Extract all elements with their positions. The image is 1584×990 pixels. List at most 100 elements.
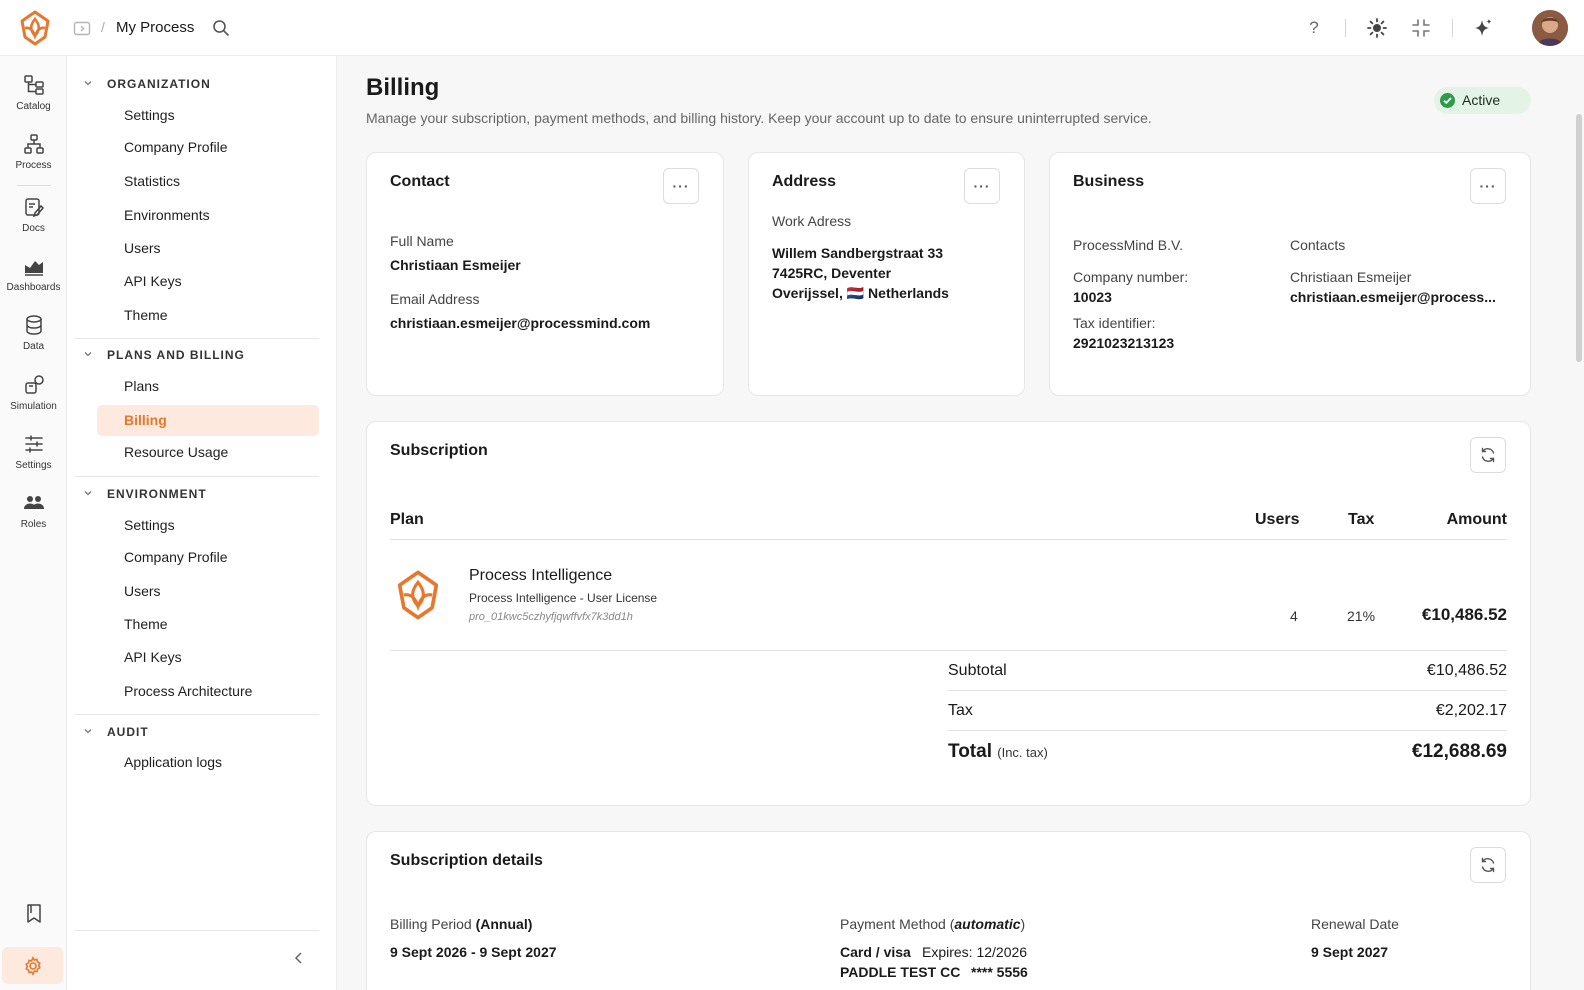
nav-section-title: PLANS AND BILLING <box>107 348 245 362</box>
gear-icon <box>24 955 41 976</box>
rail-item-settings[interactable]: Settings <box>0 433 67 487</box>
nav-divider <box>75 476 319 477</box>
rail-item-data[interactable]: Data <box>0 314 67 368</box>
sun-icon[interactable] <box>1366 17 1388 39</box>
rail-item-docs[interactable]: Docs <box>0 196 67 250</box>
subscription-refresh-button[interactable] <box>1470 437 1506 473</box>
nav-item-org-environments[interactable]: Environments <box>97 200 319 231</box>
subtotal-value: €10,486.52 <box>1426 662 1507 679</box>
full-name-value: Christiaan Esmeijer <box>390 257 521 273</box>
dashboards-icon <box>24 261 43 276</box>
company-number-value: 10023 <box>1073 289 1112 305</box>
bookmark-icon[interactable] <box>23 902 45 924</box>
nav-item-org-settings[interactable]: Settings <box>97 100 319 131</box>
column-header-amount: Amount <box>1446 511 1507 528</box>
totals-divider <box>948 730 1507 731</box>
sparkle-icon[interactable] <box>1472 17 1494 39</box>
netherlands-flag-icon: 🇳🇱 <box>846 285 865 301</box>
process-icon <box>23 134 44 154</box>
nav-item-org-theme[interactable]: Theme <box>97 300 319 331</box>
total-label: Total (Inc. tax) <box>948 741 1048 763</box>
business-card: Business ··· ProcessMind B.V. Company nu… <box>1049 152 1531 396</box>
nav-item-plans[interactable]: Plans <box>97 371 319 402</box>
card-expiry: Expires: 12/2026 <box>922 944 1028 960</box>
process-intelligence-logo <box>397 570 439 620</box>
nav-divider <box>75 338 319 339</box>
nav-item-org-company-profile[interactable]: Company Profile <box>97 132 319 163</box>
avatar[interactable] <box>1532 10 1568 46</box>
rail-item-dashboards[interactable]: Dashboards <box>0 255 67 309</box>
nav-item-billing[interactable]: Billing <box>97 405 319 436</box>
total-label-text: Total <box>948 741 992 762</box>
contacts-label: Contacts <box>1290 237 1346 253</box>
search-icon[interactable] <box>211 18 231 38</box>
card-holder: PADDLE TEST CC <box>840 964 961 980</box>
scrollbar[interactable] <box>1576 114 1582 362</box>
work-address-label: Work Adress <box>772 213 852 229</box>
nav-section-title: AUDIT <box>107 725 149 739</box>
help-icon[interactable]: ? <box>1303 17 1325 39</box>
full-name-label: Full Name <box>390 233 454 249</box>
rail-separator <box>17 185 51 186</box>
business-more-button[interactable]: ··· <box>1470 168 1506 204</box>
contact-more-button[interactable]: ··· <box>663 168 699 204</box>
settings-gear-button[interactable] <box>2 947 63 984</box>
plan-tax: 21% <box>1347 608 1376 624</box>
rail-item-process[interactable]: Process <box>0 133 67 187</box>
nav-item-env-process-architecture[interactable]: Process Architecture <box>97 676 319 707</box>
page-subtitle: Manage your subscription, payment method… <box>366 110 1152 126</box>
folder-icon[interactable] <box>73 19 91 37</box>
top-bar: / My Process ? <box>0 0 1584 56</box>
billing-period-value: 9 Sept 2026 - 9 Sept 2027 <box>390 944 557 960</box>
nav-item-env-users[interactable]: Users <box>97 576 319 607</box>
nav-item-env-theme[interactable]: Theme <box>97 609 319 640</box>
rail-item-roles[interactable]: Roles <box>0 492 67 546</box>
rail-item-catalog[interactable]: Catalog <box>0 74 67 128</box>
details-refresh-button[interactable] <box>1470 847 1506 883</box>
plan-id: pro_01kwc5czhyfjqwffvfx7k3dd1h <box>469 611 633 623</box>
data-icon <box>25 315 42 335</box>
rail-label: Settings <box>15 460 52 471</box>
nav-item-env-settings[interactable]: Settings <box>97 510 319 541</box>
collapse-icon[interactable] <box>1410 17 1432 39</box>
nav-item-application-logs[interactable]: Application logs <box>97 747 319 778</box>
address-more-button[interactable]: ··· <box>964 168 1000 204</box>
rail-label: Dashboards <box>6 282 61 293</box>
chevron-down-icon <box>84 352 92 357</box>
nav-item-env-api-keys[interactable]: API Keys <box>97 642 319 673</box>
totals-divider <box>948 690 1507 691</box>
chevron-left-icon[interactable] <box>290 949 308 967</box>
plan-amount: €10,486.52 <box>1421 605 1507 624</box>
rail-label: Data <box>22 341 45 352</box>
processmind-logo[interactable] <box>18 10 52 46</box>
subtotal-label: Subtotal <box>948 662 1007 679</box>
card-title: Business <box>1073 173 1145 190</box>
nav-item-org-users[interactable]: Users <box>97 233 319 264</box>
company-name: ProcessMind B.V. <box>1073 237 1183 253</box>
address-region: Overijssel, <box>772 285 843 301</box>
chevron-down-icon <box>84 729 92 734</box>
rail-item-simulation[interactable]: Simulation <box>0 374 67 428</box>
nav-item-resource-usage[interactable]: Resource Usage <box>97 437 319 468</box>
tax-label: Tax <box>948 702 973 719</box>
plan-description: Process Intelligence - User License <box>469 591 658 605</box>
roles-icon <box>23 496 44 509</box>
breadcrumb-title[interactable]: My Process <box>116 19 194 36</box>
address-line-2: 7425RC, Deventer <box>772 265 892 281</box>
column-header-users: Users <box>1255 511 1300 528</box>
card-title: Subscription <box>390 442 488 459</box>
nav-item-env-company-profile[interactable]: Company Profile <box>97 542 319 573</box>
business-contact-email: christiaan.esmeijer@process... <box>1290 289 1496 305</box>
nav-item-org-statistics[interactable]: Statistics <box>97 166 319 197</box>
billing-period-kind: (Annual) <box>475 916 533 932</box>
total-value: €12,688.69 <box>1411 741 1507 762</box>
table-header-divider <box>390 539 1507 540</box>
top-divider <box>1345 19 1346 37</box>
nav-section-title: ORGANIZATION <box>107 77 211 91</box>
business-contact-name: Christiaan Esmeijer <box>1290 269 1412 285</box>
address-line-1: Willem Sandbergstraat 33 <box>772 245 944 261</box>
refresh-icon <box>1481 447 1495 463</box>
nav-item-org-api-keys[interactable]: API Keys <box>97 266 319 297</box>
column-header-plan: Plan <box>390 511 424 528</box>
plan-users: 4 <box>1290 608 1298 624</box>
